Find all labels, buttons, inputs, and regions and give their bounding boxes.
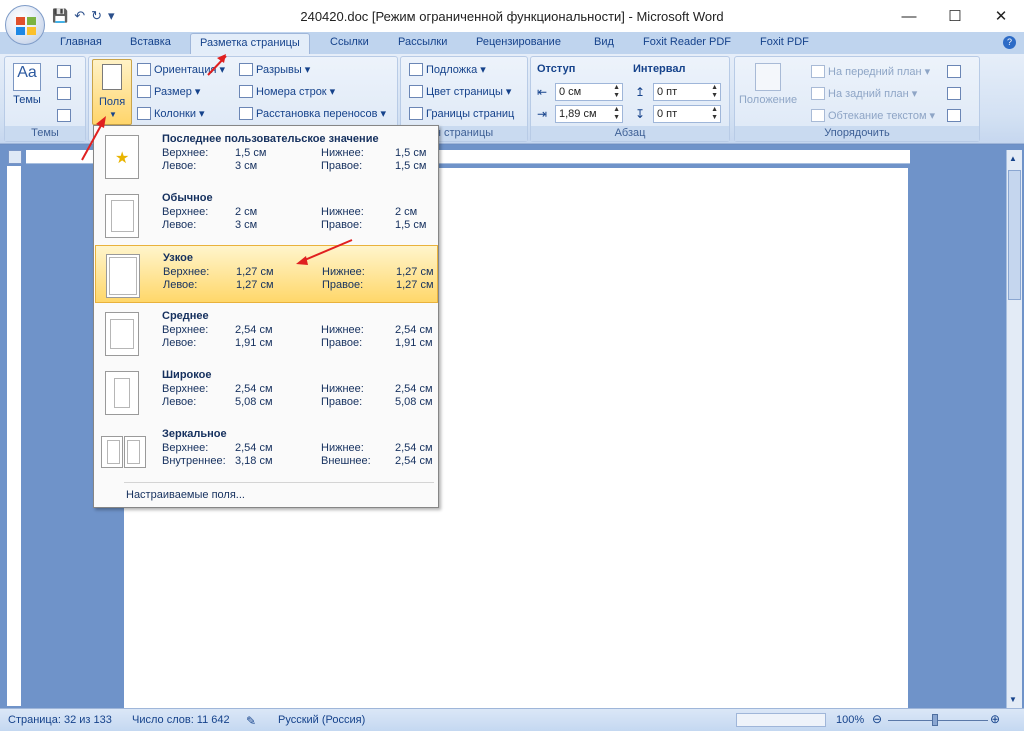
annotation-arrows	[81, 54, 353, 265]
